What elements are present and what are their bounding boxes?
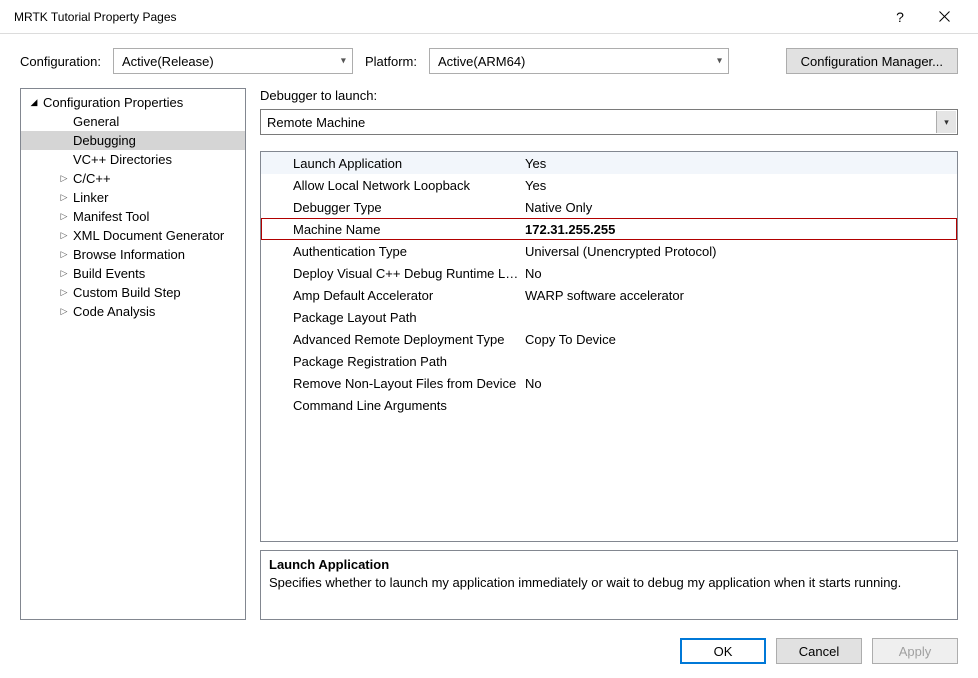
caret-collapsed-icon[interactable] [57, 306, 71, 317]
property-name: Launch Application [261, 156, 521, 171]
property-grid[interactable]: Launch ApplicationYesAllow Local Network… [261, 152, 957, 541]
configuration-row: Configuration: Active(Release) ▾ Platfor… [0, 34, 978, 88]
property-row[interactable]: Allow Local Network LoopbackYes [261, 174, 957, 196]
titlebar: MRTK Tutorial Property Pages ? [0, 0, 978, 34]
tree-item-code-analysis[interactable]: Code Analysis [21, 302, 245, 321]
tree-root-label: Configuration Properties [43, 95, 183, 110]
property-value[interactable]: No [521, 376, 957, 391]
tree-item-linker[interactable]: Linker [21, 188, 245, 207]
property-name: Authentication Type [261, 244, 521, 259]
caret-collapsed-icon[interactable] [57, 268, 71, 279]
debugger-to-launch-value: Remote Machine [267, 115, 365, 130]
caret-open-icon[interactable] [27, 97, 41, 108]
description-text: Specifies whether to launch my applicati… [269, 574, 949, 592]
platform-value: Active(ARM64) [438, 54, 525, 69]
property-name: Package Registration Path [261, 354, 521, 369]
configuration-label: Configuration: [20, 54, 101, 69]
close-icon [939, 11, 950, 22]
caret-collapsed-icon[interactable] [57, 287, 71, 298]
configuration-value: Active(Release) [122, 54, 214, 69]
platform-combo[interactable]: Active(ARM64) ▾ [429, 48, 729, 74]
property-row[interactable]: Amp Default AcceleratorWARP software acc… [261, 284, 957, 306]
close-button[interactable] [922, 2, 966, 32]
tree-item-label: General [73, 114, 119, 129]
chevron-down-icon: ▾ [341, 56, 346, 67]
tree-item-label: VC++ Directories [73, 152, 172, 167]
right-panel: Debugger to launch: Remote Machine ▾ Lau… [260, 88, 958, 620]
tree-item-label: Manifest Tool [73, 209, 149, 224]
window-title: MRTK Tutorial Property Pages [14, 10, 878, 24]
property-value[interactable]: WARP software accelerator [521, 288, 957, 303]
ok-button[interactable]: OK [680, 638, 766, 664]
caret-collapsed-icon[interactable] [57, 211, 71, 222]
tree-item-label: Build Events [73, 266, 145, 281]
property-value[interactable]: Native Only [521, 200, 957, 215]
chevron-down-icon[interactable]: ▾ [936, 111, 956, 133]
tree-item-manifest-tool[interactable]: Manifest Tool [21, 207, 245, 226]
property-row[interactable]: Authentication TypeUniversal (Unencrypte… [261, 240, 957, 262]
tree-item-browse-information[interactable]: Browse Information [21, 245, 245, 264]
tree-panel[interactable]: Configuration Properties General Debuggin… [20, 88, 246, 620]
main-area: Configuration Properties General Debuggin… [0, 88, 978, 620]
chevron-down-icon: ▾ [717, 56, 722, 67]
property-name: Amp Default Accelerator [261, 288, 521, 303]
property-value[interactable]: Universal (Unencrypted Protocol) [521, 244, 957, 259]
platform-label: Platform: [365, 54, 417, 69]
property-row[interactable]: Launch ApplicationYes [261, 152, 957, 174]
property-value[interactable]: Copy To Device [521, 332, 957, 347]
apply-button[interactable]: Apply [872, 638, 958, 664]
property-name: Package Layout Path [261, 310, 521, 325]
property-grid-wrapper: Launch ApplicationYesAllow Local Network… [260, 151, 958, 542]
property-row[interactable]: Package Registration Path [261, 350, 957, 372]
property-name: Command Line Arguments [261, 398, 521, 413]
tree-item-debugging[interactable]: Debugging [21, 131, 245, 150]
property-value[interactable]: 172.31.255.255 [521, 222, 957, 237]
caret-collapsed-icon[interactable] [57, 192, 71, 203]
caret-collapsed-icon[interactable] [57, 230, 71, 241]
tree-item-label: Browse Information [73, 247, 185, 262]
configuration-manager-button[interactable]: Configuration Manager... [786, 48, 958, 74]
property-name: Allow Local Network Loopback [261, 178, 521, 193]
property-value[interactable]: Yes [521, 156, 957, 171]
property-row[interactable]: Remove Non-Layout Files from DeviceNo [261, 372, 957, 394]
help-button[interactable]: ? [878, 2, 922, 32]
tree-item-label: Code Analysis [73, 304, 155, 319]
property-row[interactable]: Command Line Arguments [261, 394, 957, 416]
tree-item-label: C/C++ [73, 171, 111, 186]
description-box: Launch Application Specifies whether to … [260, 550, 958, 620]
tree-item-label: Debugging [73, 133, 136, 148]
property-value[interactable]: No [521, 266, 957, 281]
caret-collapsed-icon[interactable] [57, 173, 71, 184]
property-row[interactable]: Deploy Visual C++ Debug Runtime Librarie… [261, 262, 957, 284]
property-row[interactable]: Package Layout Path [261, 306, 957, 328]
property-name: Machine Name [261, 222, 521, 237]
property-row[interactable]: Advanced Remote Deployment TypeCopy To D… [261, 328, 957, 350]
tree-item-xml-document-generator[interactable]: XML Document Generator [21, 226, 245, 245]
debugger-to-launch-combo[interactable]: Remote Machine ▾ [260, 109, 958, 135]
tree-item-label: Linker [73, 190, 108, 205]
debugger-to-launch-label: Debugger to launch: [260, 88, 958, 103]
tree-item-vc-directories[interactable]: VC++ Directories [21, 150, 245, 169]
property-row[interactable]: Debugger TypeNative Only [261, 196, 957, 218]
property-name: Advanced Remote Deployment Type [261, 332, 521, 347]
tree-item-general[interactable]: General [21, 112, 245, 131]
dialog-button-row: OK Cancel Apply [680, 638, 958, 664]
property-name: Deploy Visual C++ Debug Runtime Librarie… [261, 266, 521, 281]
tree-item-label: Custom Build Step [73, 285, 181, 300]
configuration-combo[interactable]: Active(Release) ▾ [113, 48, 353, 74]
tree-item-build-events[interactable]: Build Events [21, 264, 245, 283]
tree-item-custom-build-step[interactable]: Custom Build Step [21, 283, 245, 302]
property-value[interactable]: Yes [521, 178, 957, 193]
caret-collapsed-icon[interactable] [57, 249, 71, 260]
cancel-button[interactable]: Cancel [776, 638, 862, 664]
tree-item-label: XML Document Generator [73, 228, 224, 243]
property-row[interactable]: Machine Name172.31.255.255 [261, 218, 957, 240]
tree-item-c-c-[interactable]: C/C++ [21, 169, 245, 188]
tree-root[interactable]: Configuration Properties [21, 93, 245, 112]
property-name: Remove Non-Layout Files from Device [261, 376, 521, 391]
description-title: Launch Application [269, 557, 949, 572]
property-name: Debugger Type [261, 200, 521, 215]
